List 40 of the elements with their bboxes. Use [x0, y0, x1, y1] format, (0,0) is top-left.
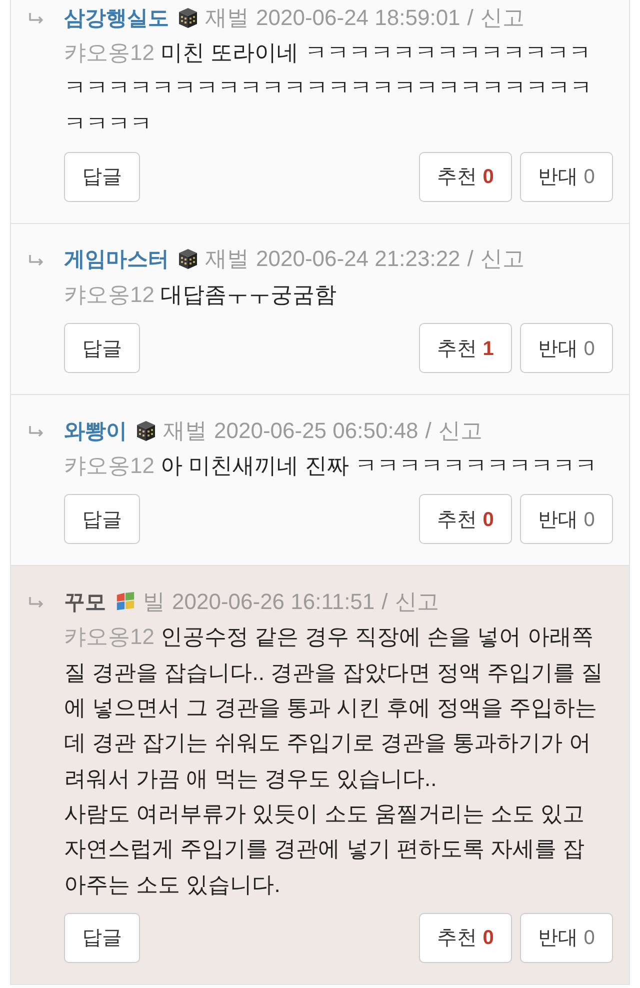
reply-button[interactable]: 답글: [64, 494, 140, 544]
username[interactable]: 꾸모: [64, 588, 106, 616]
rank-label: 재벌: [205, 245, 249, 274]
upvote-button[interactable]: 추천 0: [419, 912, 512, 963]
divider-slash: /: [425, 418, 432, 444]
username[interactable]: 삼강행실도: [64, 4, 169, 32]
building-icon: [136, 420, 156, 442]
reply-arrow-icon: [28, 597, 44, 608]
reply-arrow-icon: [28, 426, 44, 438]
username[interactable]: 게임마스터: [64, 245, 169, 274]
comment-text: 캬오옹12 미친 또라이네 ㅋㅋㅋㅋㅋㅋㅋㅋㅋㅋㅋㅋㅋㅋㅋㅋㅋㅋㅋㅋㅋㅋㅋㅋㅋㅋㅋㅋㅋㅋㅋㅋㅋㅋㅋㅋㅋㅋㅋㅋㅋ: [64, 39, 593, 138]
reply-button[interactable]: 답글: [64, 152, 140, 202]
reply-button[interactable]: 답글: [64, 323, 140, 374]
upvote-button[interactable]: 추천 0: [419, 494, 512, 544]
downvote-button[interactable]: 반대 0: [520, 152, 613, 202]
reply-arrow-icon: [28, 13, 44, 24]
rank-label: 빌: [143, 588, 165, 616]
comment-date: 2020-06-24 18:59:01: [256, 4, 460, 30]
building-icon: [178, 6, 198, 28]
comment-text: 캬오옹12 아 미친새끼네 진짜 ㅋㅋㅋㅋㅋㅋㅋㅋㅋㅋㅋ: [64, 452, 598, 480]
reply-arrow-icon: [28, 254, 44, 266]
comment-date: 2020-06-26 16:11:51: [172, 588, 375, 615]
downvote-button[interactable]: 반대 0: [520, 912, 613, 963]
comment-date: 2020-06-24 21:23:22: [256, 246, 460, 272]
comment-text: 캬오옹12 대답좀ㅜㅜ궁굼함: [64, 280, 338, 309]
divider-slash: /: [382, 588, 388, 615]
divider-slash: /: [467, 246, 474, 272]
comment-text: 캬오옹12 인공수정 같은 경우 직장에 손을 넣어 아래쪽 질 경관을 잡습니다.. 경관을 잡았다면 정액 주입기를 질에 넣으면서 그 경관을 통과 시킨 후에 정액을 주입하는데 경관 잡기는 쉬워도 주입기로 경관을 통과하기가 어려워서 가끔 애 먹는 경우도 있습니다.. 사람도 여러부류가 있듯이 소도 움찔거리는 소도 있고 자연스럽게 주입기를 경관에 넣기 편하도록 자세를 잡아주는 소도 있습니다.: [64, 623, 604, 899]
rank-label: 재벌: [163, 416, 207, 445]
rank-label: 재벌: [205, 4, 249, 32]
reply-button[interactable]: 답글: [64, 912, 140, 963]
building-icon: [178, 248, 198, 270]
downvote-button[interactable]: 반대 0: [520, 494, 613, 544]
comment-date: 2020-06-25 06:50:48: [214, 418, 418, 444]
upvote-button[interactable]: 추천 1: [419, 323, 512, 374]
flag-icon: [115, 591, 136, 612]
upvote-button[interactable]: 추천 0: [419, 152, 512, 202]
downvote-button[interactable]: 반대 0: [520, 323, 613, 374]
username[interactable]: 와뽱이: [64, 416, 127, 445]
divider-slash: /: [467, 4, 474, 30]
